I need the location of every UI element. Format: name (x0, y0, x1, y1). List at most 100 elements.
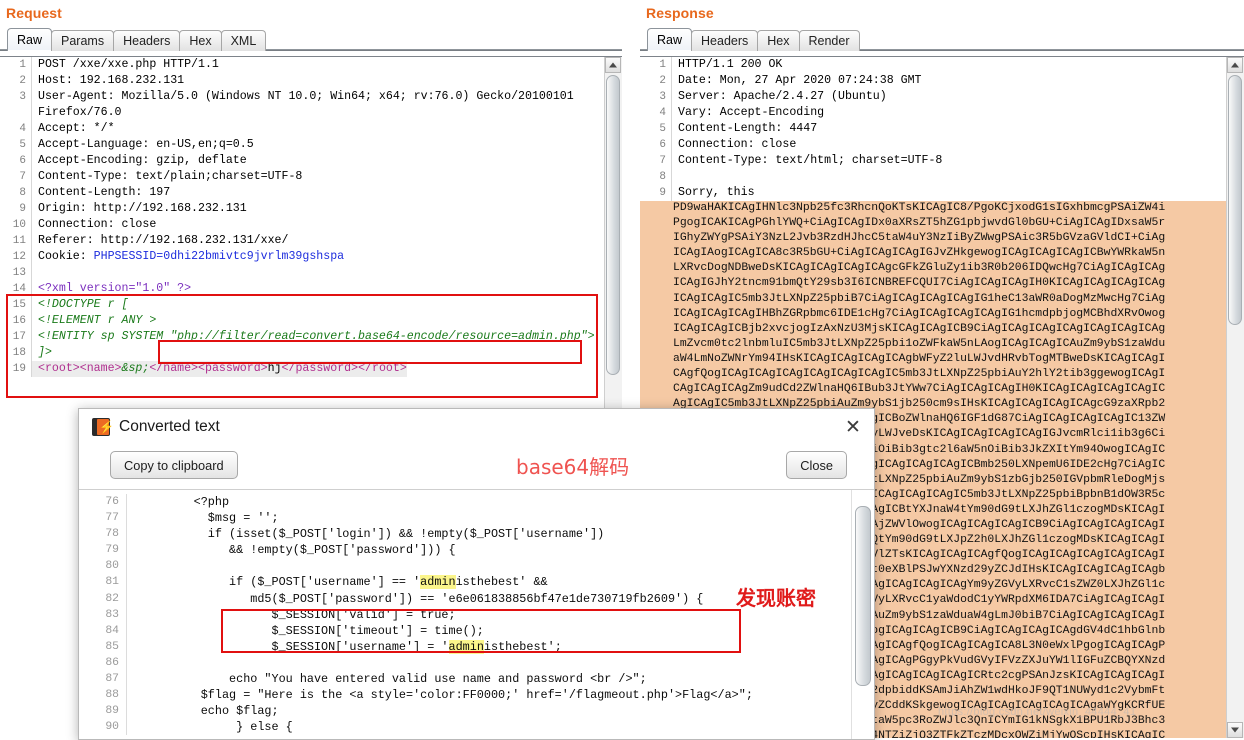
code-line: 1 POST /xxe/xxe.php HTTP/1.1 (0, 57, 605, 73)
tab-request-params[interactable]: Params (51, 30, 115, 51)
line-number: 2 (0, 73, 32, 89)
line-number: 2 (640, 73, 672, 89)
line-number: 77 (79, 510, 127, 527)
code-line: 18]> (0, 345, 605, 361)
line-text: Content-Length: 4447 (678, 122, 818, 135)
line-text: if ($_POST['username'] == 'administhebes… (137, 575, 548, 590)
code-line: 14 <?xml version="1.0" ?> (0, 281, 605, 297)
code-line: 77 $msg = ''; (79, 510, 844, 527)
code-line: 83 $_SESSION['valid'] = true; (79, 606, 844, 623)
tab-response-raw[interactable]: Raw (647, 28, 693, 51)
line-number: 15 (0, 297, 32, 313)
line-number: 18 (0, 345, 32, 361)
line-text: Content-Length: 197 (38, 186, 171, 199)
watermark-text: https://blog.csdn.net/weixin_44444_41 (938, 706, 1137, 718)
tab-request-xml[interactable]: XML (220, 30, 267, 51)
line-text: Cookie: PHPSESSID=0dhi22bmivtc9jvrlm39gs… (38, 250, 345, 263)
scrollbar-thumb[interactable] (855, 506, 871, 686)
code-line: 3 Server: Apache/2.4.27 (Ubuntu) (640, 89, 1227, 105)
line-number: 19 (0, 361, 32, 377)
line-number: 7 (0, 169, 32, 185)
line-number: 6 (640, 137, 672, 153)
line-text: Firefox/76.0 (38, 106, 122, 119)
dialog-vertical-scrollbar[interactable] (851, 490, 874, 739)
line-number: 79 (79, 542, 127, 559)
line-number: 1 (640, 57, 672, 73)
line-number: 80 (79, 558, 127, 575)
line-number: 10 (0, 217, 32, 233)
line-text: $_SESSION['timeout'] = time(); (137, 623, 484, 638)
line-number: 78 (79, 526, 127, 543)
line-number: 89 (79, 703, 127, 720)
code-line: 6 Accept-Encoding: gzip, deflate (0, 153, 605, 169)
line-number: 90 (79, 719, 127, 736)
line-text: $flag = "Here is the <a style='color:FF0… (137, 688, 753, 703)
tab-response-hex[interactable]: Hex (757, 30, 800, 51)
tab-request-hex[interactable]: Hex (179, 30, 222, 51)
code-line: 79 && !empty($_POST['password'])) { (79, 542, 844, 559)
line-number: 17 (0, 329, 32, 345)
line-text: User-Agent: Mozilla/5.0 (Windows NT 10.0… (38, 90, 574, 103)
line-number: 9 (0, 201, 32, 217)
line-text: echo $flag; (137, 704, 279, 719)
line-text: <?xml version="1.0" ?> (38, 282, 192, 295)
response-vertical-scrollbar[interactable] (1226, 57, 1244, 738)
line-number: 12 (0, 249, 32, 265)
line-number: 4 (640, 105, 672, 121)
line-number: 81 (79, 574, 127, 591)
tab-request-headers[interactable]: Headers (113, 30, 181, 51)
line-text: <!ELEMENT r ANY > (38, 314, 157, 327)
line-number: 82 (79, 590, 127, 607)
line-text: if (isset($_POST['login']) && !empty($_P… (137, 527, 605, 542)
line-number: 9 (640, 185, 672, 201)
line-number: 87 (79, 671, 127, 688)
line-number: 4 (0, 121, 32, 137)
tab-response-headers[interactable]: Headers (691, 30, 759, 51)
dialog-code-view[interactable]: 76 <?php 77 $msg = ''; 78 if (isset($_POST… (79, 489, 874, 739)
line-number: 86 (79, 654, 127, 672)
tab-request-raw[interactable]: Raw (7, 28, 53, 51)
scroll-up-arrow-icon[interactable] (605, 57, 621, 73)
line-text: Accept-Language: en-US,en;q=0.5 (38, 138, 254, 151)
scrollbar-thumb[interactable] (1228, 75, 1242, 325)
line-text (672, 169, 685, 185)
line-number: 76 (79, 494, 127, 511)
annotation-found-credentials: 发现账密 (736, 586, 816, 610)
line-text: $msg = ''; (137, 511, 279, 526)
line-number: 16 (0, 313, 32, 329)
annotation-base64-decode: base64解码 (516, 455, 630, 479)
line-number: 8 (0, 185, 32, 201)
line-number: 5 (640, 121, 672, 137)
tab-response-render[interactable]: Render (798, 30, 860, 51)
code-line: 90 } else { (79, 719, 844, 736)
code-line: 9 Origin: http://192.168.232.131 (0, 201, 605, 217)
burp-suite-logo-icon (92, 418, 114, 436)
line-number: 14 (0, 281, 32, 297)
line-text: Content-Type: text/html; charset=UTF-8 (678, 154, 943, 167)
copy-to-clipboard-button[interactable]: Copy to clipboard (110, 451, 238, 479)
scrollbar-thumb[interactable] (606, 75, 620, 375)
code-line: 3 User-Agent: Mozilla/5.0 (Windows NT 10.… (0, 89, 605, 105)
line-text: Connection: close (38, 218, 157, 231)
line-text: Connection: close (678, 138, 797, 151)
line-number: 88 (79, 687, 127, 704)
scroll-up-arrow-icon[interactable] (852, 490, 872, 617)
dialog-titlebar[interactable]: Converted text ✕ (79, 409, 874, 445)
line-number: 84 (79, 622, 127, 639)
code-line: 7 Content-Type: text/plain;charset=UTF-8 (0, 169, 605, 185)
scroll-down-arrow-icon[interactable] (1227, 722, 1243, 738)
code-line: 11 Referer: http://192.168.232.131/xxe/ (0, 233, 605, 249)
scroll-up-arrow-icon[interactable] (1227, 57, 1243, 73)
line-text: <!DOCTYPE r [ (38, 298, 129, 311)
response-tabbar: Raw Headers Hex Render (640, 27, 1244, 51)
close-icon[interactable]: ✕ (840, 414, 866, 440)
line-text: Referer: http://192.168.232.131/xxe/ (38, 234, 289, 247)
code-line: 84 $_SESSION['timeout'] = time(); (79, 622, 844, 639)
line-number: 1 (0, 57, 32, 73)
line-text: $_SESSION['username'] = 'administhebest'… (137, 639, 562, 654)
line-text: POST /xxe/xxe.php HTTP/1.1 (38, 58, 219, 71)
close-button[interactable]: Close (786, 451, 847, 479)
line-number (0, 105, 32, 121)
line-number: 3 (0, 89, 32, 105)
code-line: 89 echo $flag; (79, 703, 844, 720)
